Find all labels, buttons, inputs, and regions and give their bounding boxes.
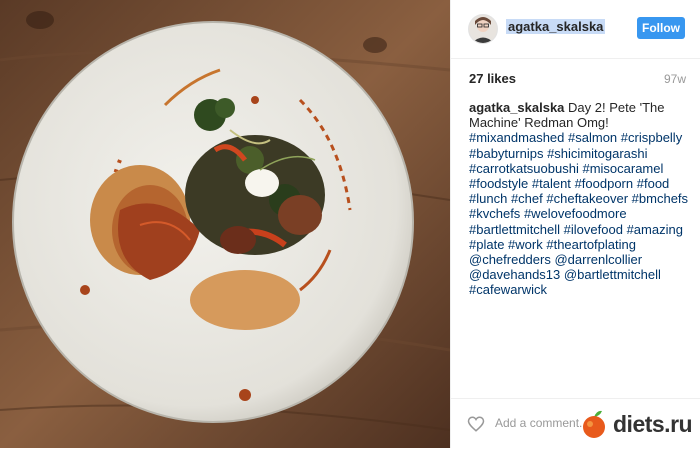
avatar[interactable] <box>468 14 498 44</box>
hashtag-link[interactable]: #cafewarwick <box>469 282 547 297</box>
hashtag-link[interactable]: #bartlettmitchell <box>469 222 560 237</box>
instagram-post: agatka_skalska Follow 27 likes 97w agatk… <box>0 0 700 448</box>
mention-link[interactable]: @bartlettmitchell <box>564 267 661 282</box>
hashtag-link[interactable]: #mixandmashed <box>469 130 564 145</box>
mention-link[interactable]: @chefredders <box>469 252 551 267</box>
hashtag-link[interactable]: #bmchefs <box>632 191 688 206</box>
hashtag-link[interactable]: #welovefoodmore <box>524 206 627 221</box>
diets-watermark: diets.ru <box>579 409 699 439</box>
post-age[interactable]: 97w <box>664 72 686 86</box>
hashtag-link[interactable]: #work <box>508 237 543 252</box>
post-header: agatka_skalska Follow <box>451 0 700 59</box>
hashtag-link[interactable]: #ilovefood <box>564 222 623 237</box>
avatar-image <box>469 15 497 43</box>
heart-icon[interactable] <box>467 415 485 433</box>
hashtag-link[interactable]: #talent <box>532 176 571 191</box>
hashtag-link[interactable]: #foodporn <box>575 176 634 191</box>
post-username[interactable]: agatka_skalska <box>506 19 606 34</box>
hashtag-link[interactable]: #food <box>637 176 670 191</box>
mention-link[interactable]: @darrenlcollier <box>554 252 642 267</box>
hashtag-link[interactable]: #lunch <box>469 191 507 206</box>
comment-input[interactable]: Add a comment... <box>495 416 589 430</box>
post-footer: Add a comment... diets.ru <box>451 398 700 449</box>
hashtag-link[interactable]: #theartofplating <box>546 237 636 252</box>
likes-count[interactable]: 27 likes <box>469 71 516 86</box>
hashtag-link[interactable]: #salmon <box>568 130 617 145</box>
hashtag-link[interactable]: #plate <box>469 237 504 252</box>
hashtag-link[interactable]: #crispbelly <box>621 130 682 145</box>
hashtag-link[interactable]: #carrotkatsuobushi <box>469 161 579 176</box>
hashtag-link[interactable]: #foodstyle <box>469 176 528 191</box>
food-plate-image <box>0 0 450 448</box>
caption-username[interactable]: agatka_skalska <box>469 100 564 115</box>
hashtag-link[interactable]: #amazing <box>627 222 683 237</box>
post-details-panel: agatka_skalska Follow 27 likes 97w agatk… <box>450 0 700 448</box>
post-photo[interactable] <box>0 0 450 448</box>
hashtag-link[interactable]: #misocaramel <box>582 161 663 176</box>
hashtag-link[interactable]: #kvchefs <box>469 206 520 221</box>
watermark-text: diets.ru <box>613 411 693 437</box>
follow-button[interactable]: Follow <box>637 17 685 39</box>
hashtag-link[interactable]: #chef <box>511 191 543 206</box>
post-caption: agatka_skalska Day 2! Pete 'The Machine'… <box>469 100 691 298</box>
hashtag-link[interactable]: #shicimitogarashi <box>547 146 647 161</box>
hashtag-list: #mixandmashed #salmon #crispbelly #babyt… <box>469 130 688 297</box>
hashtag-link[interactable]: #babyturnips <box>469 146 543 161</box>
mention-link[interactable]: @davehands13 <box>469 267 560 282</box>
hashtag-link[interactable]: #cheftakeover <box>546 191 628 206</box>
apple-icon <box>583 410 605 438</box>
